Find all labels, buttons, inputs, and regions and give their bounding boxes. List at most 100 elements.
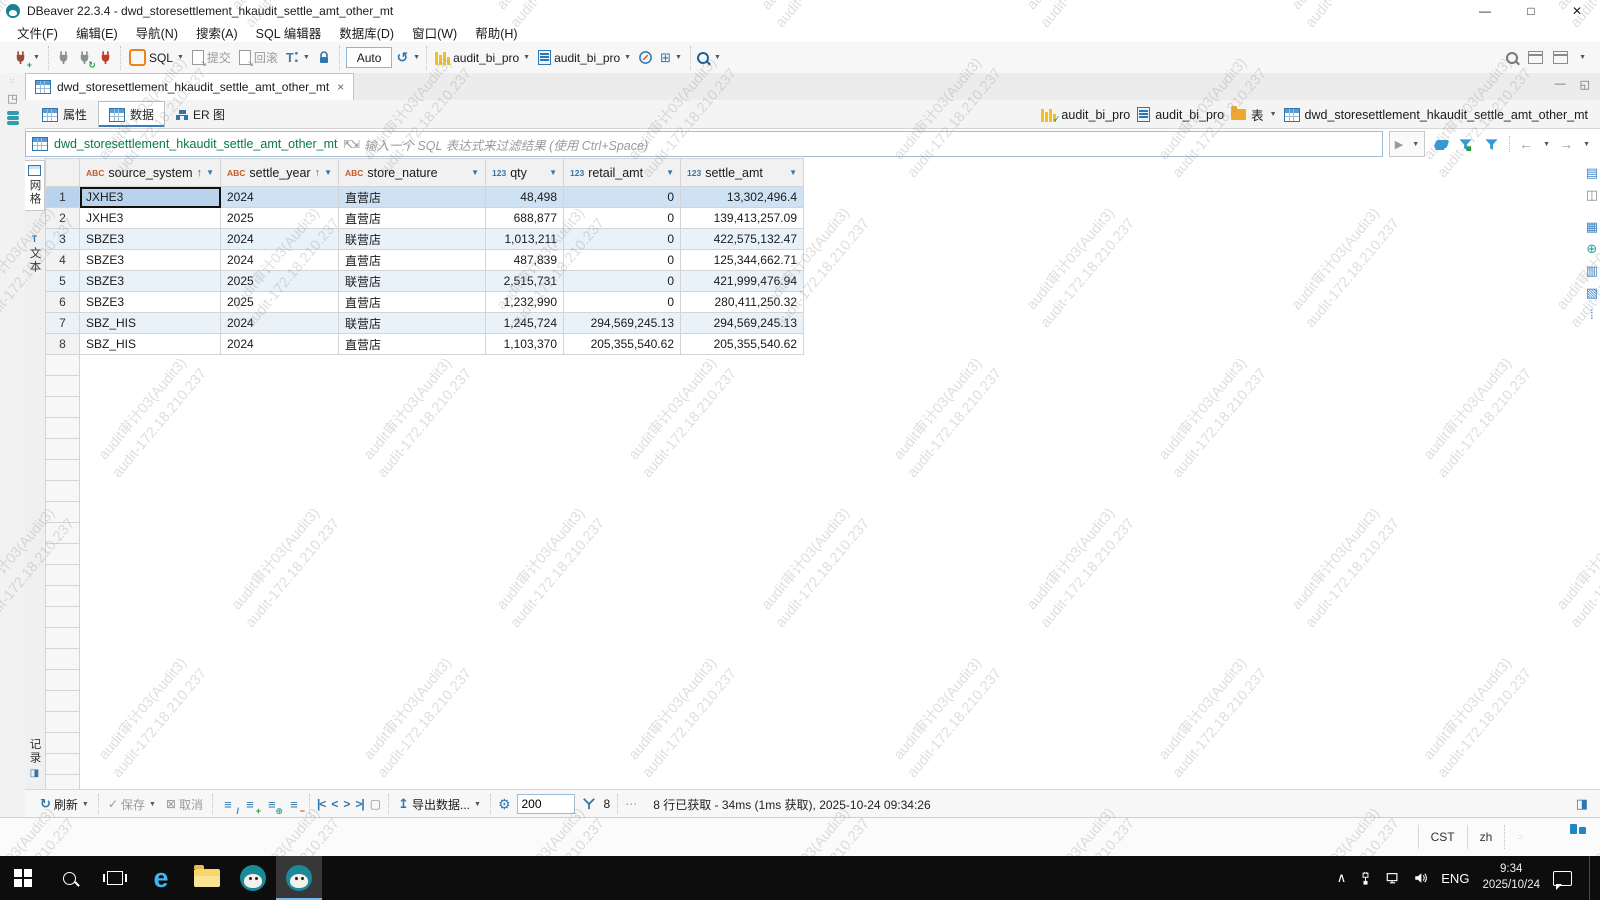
cell[interactable]: 0 xyxy=(564,187,681,208)
search-toolbar-icon[interactable] xyxy=(697,52,709,64)
record-mode-toggle[interactable]: 记录 ◨ xyxy=(25,734,44,783)
delete-row-icon[interactable]: ≡− xyxy=(286,797,302,812)
menu-search[interactable]: 搜索(A) xyxy=(187,23,247,42)
more-panels-icon[interactable]: ⁞ xyxy=(1590,308,1594,321)
cell[interactable]: SBZE3 xyxy=(80,292,221,313)
breadcrumb-database[interactable]: ✓ audit_bi_pro xyxy=(1041,108,1130,122)
table-row[interactable]: 8SBZ_HIS2024直营店1,103,370205,355,540.6220… xyxy=(46,334,804,355)
cell[interactable]: SBZE3 xyxy=(80,271,221,292)
menu-edit[interactable]: 编辑(E) xyxy=(67,23,127,42)
cell[interactable]: SBZ_HIS xyxy=(80,334,221,355)
commit-diagram-button[interactable]: ⊞▼ xyxy=(658,49,684,67)
cell[interactable]: 294,569,245.13 xyxy=(564,313,681,334)
cell[interactable]: 1,245,724 xyxy=(486,313,564,334)
tab-data[interactable]: 数据 xyxy=(98,101,165,128)
filter-history-dropdown[interactable]: ▼ xyxy=(1412,141,1419,148)
fetch-size-input[interactable] xyxy=(517,794,575,814)
cell[interactable]: 0 xyxy=(564,271,681,292)
save-filter-icon[interactable] xyxy=(1457,136,1474,153)
presentation-grid-tab[interactable]: 网格 xyxy=(25,160,45,211)
column-dropdown-icon[interactable]: ▼ xyxy=(324,168,332,177)
grid-panel-icon[interactable]: ▦ xyxy=(1586,220,1598,233)
panels-layout-icon[interactable]: ◫ xyxy=(1586,188,1598,201)
cancel-button[interactable]: ⊠ 取消 xyxy=(164,795,205,814)
notifications-icon[interactable] xyxy=(1570,824,1586,834)
menu-navigate[interactable]: 导航(N) xyxy=(127,23,187,42)
row-number[interactable]: 5 xyxy=(46,271,80,292)
menu-window[interactable]: 窗口(W) xyxy=(403,23,466,42)
volume-tray-icon[interactable] xyxy=(1413,871,1428,885)
open-perspective-icon[interactable] xyxy=(1553,51,1568,64)
table-row[interactable]: 6SBZE32025直营店1,232,9900280,411,250.32 xyxy=(46,292,804,313)
dbeaver-taskbar-button-active[interactable] xyxy=(276,856,322,900)
reconnect-icon[interactable]: ↻ xyxy=(76,49,93,66)
breadcrumb-tables[interactable]: 表 ▼ xyxy=(1231,105,1276,124)
cell[interactable]: 0 xyxy=(564,208,681,229)
column-header-store-nature[interactable]: ABCstore_nature▼ xyxy=(339,159,486,187)
quick-access-search-icon[interactable] xyxy=(1506,52,1518,64)
value-viewer-panel-icon[interactable]: ▤ xyxy=(1586,166,1598,179)
cell[interactable]: 13,302,496.4 xyxy=(681,187,804,208)
editor-tab[interactable]: dwd_storesettlement_hkaudit_settle_amt_o… xyxy=(25,73,354,100)
column-dropdown-icon[interactable]: ▼ xyxy=(789,168,797,177)
new-sql-editor-button[interactable]: SQL▼ xyxy=(127,48,186,67)
column-dropdown-icon[interactable]: ▼ xyxy=(549,168,557,177)
task-view-button[interactable] xyxy=(92,856,138,900)
row-number[interactable]: 3 xyxy=(46,229,80,250)
table-row[interactable]: 7SBZ_HIS2024联营店1,245,724294,569,245.1329… xyxy=(46,313,804,334)
database-navigator-icon[interactable] xyxy=(7,111,19,125)
add-row-icon[interactable]: ≡+ xyxy=(242,797,258,812)
menu-database[interactable]: 数据库(D) xyxy=(330,23,403,42)
column-header-settle-amt[interactable]: 123settle_amt▼ xyxy=(681,159,804,187)
breadcrumb-table[interactable]: dwd_storesettlement_hkaudit_settle_amt_o… xyxy=(1284,108,1589,122)
maximize-button[interactable]: □ xyxy=(1508,0,1554,22)
column-header-source-system[interactable]: ABCsource_system↑▼ xyxy=(80,159,221,187)
cell[interactable]: 421,999,476.94 xyxy=(681,271,804,292)
settings-gear-icon[interactable]: ⚙ xyxy=(498,796,511,813)
panel-toggle-icon[interactable]: ◨ xyxy=(1576,796,1594,812)
network-tray-icon[interactable] xyxy=(1385,871,1400,885)
cell[interactable]: SBZE3 xyxy=(80,250,221,271)
cell[interactable]: SBZ_HIS xyxy=(80,313,221,334)
cell[interactable]: 直营店 xyxy=(339,250,486,271)
row-number-header[interactable] xyxy=(46,159,80,187)
cell[interactable]: 联营店 xyxy=(339,229,486,250)
column-dropdown-icon[interactable]: ▼ xyxy=(471,168,479,177)
close-button[interactable]: ✕ xyxy=(1554,0,1600,22)
perspective-icon[interactable] xyxy=(1528,51,1543,64)
cell[interactable]: 直营店 xyxy=(339,208,486,229)
edit-row-icon[interactable]: ≡/ xyxy=(220,797,236,812)
schema-select[interactable]: audit_bi_pro▼ xyxy=(536,49,633,66)
cell[interactable]: 2024 xyxy=(221,187,339,208)
column-dropdown-icon[interactable]: ▼ xyxy=(666,168,674,177)
cell[interactable]: 2024 xyxy=(221,229,339,250)
column-header-settle-year[interactable]: ABCsettle_year↑▼ xyxy=(221,159,339,187)
tab-properties[interactable]: 属性 xyxy=(31,101,98,128)
menu-file[interactable]: 文件(F) xyxy=(8,23,67,42)
cell[interactable]: 联营店 xyxy=(339,271,486,292)
tray-expand-icon[interactable]: ∧ xyxy=(1337,870,1347,886)
save-button[interactable]: ✓ 保存▼ xyxy=(106,795,158,814)
last-row-icon[interactable]: >| xyxy=(355,797,363,811)
commit-mode-select[interactable]: Auto xyxy=(346,47,393,68)
presentation-text-tab[interactable]: T 文本 xyxy=(25,230,44,278)
database-select[interactable]: audit_bi_pro▼ xyxy=(433,50,532,66)
metadata-panel-icon[interactable]: ▥ xyxy=(1586,264,1598,277)
table-row[interactable]: 1JXHE32024直营店48,498013,302,496.4 xyxy=(46,187,804,208)
back-icon[interactable]: ← xyxy=(1519,136,1533,152)
connect-icon[interactable] xyxy=(55,49,72,66)
cell[interactable]: 2025 xyxy=(221,271,339,292)
cell[interactable]: 直营店 xyxy=(339,292,486,313)
back-dropdown[interactable]: ▼ xyxy=(1543,141,1550,148)
cell[interactable]: 688,877 xyxy=(486,208,564,229)
row-number[interactable]: 8 xyxy=(46,334,80,355)
usb-tray-icon[interactable] xyxy=(1359,871,1372,886)
row-number[interactable]: 4 xyxy=(46,250,80,271)
restore-view-icon[interactable]: ◳ xyxy=(7,92,17,105)
lock-icon[interactable] xyxy=(316,49,333,66)
column-header-retail-amt[interactable]: 123retail_amt▼ xyxy=(564,159,681,187)
row-number[interactable]: 2 xyxy=(46,208,80,229)
file-explorer-button[interactable] xyxy=(184,856,230,900)
cell[interactable]: 2024 xyxy=(221,313,339,334)
filter-input[interactable]: dwd_storesettlement_hkaudit_settle_amt_o… xyxy=(25,131,1383,157)
